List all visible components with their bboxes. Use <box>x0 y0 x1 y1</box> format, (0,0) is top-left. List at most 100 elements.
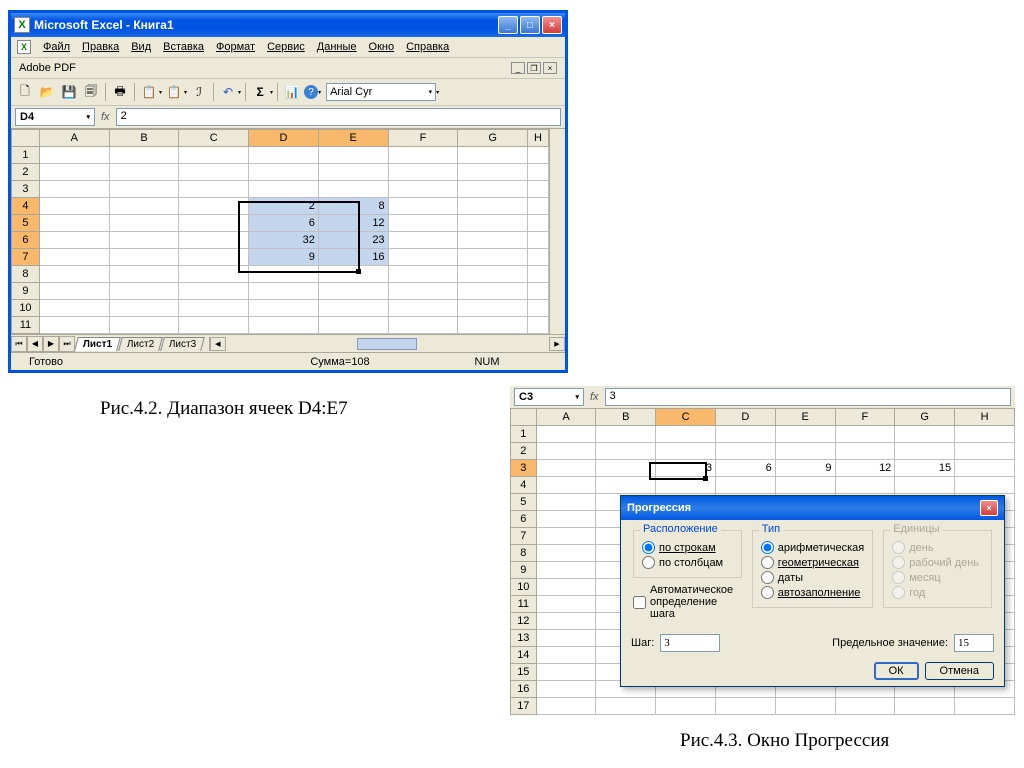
doc-minimize-button[interactable]: _ <box>511 62 525 74</box>
row-header[interactable]: 13 <box>511 630 537 647</box>
worksheet-grid[interactable]: A B C D E F G H 1 2 3 428 5612 63223 791… <box>11 129 549 334</box>
cell[interactable]: 32 <box>249 232 319 249</box>
cell[interactable]: 9 <box>249 249 319 266</box>
dialog-close-button[interactable]: × <box>980 500 998 516</box>
maximize-button[interactable]: □ <box>520 16 540 34</box>
tab-first-icon[interactable]: ⏮ <box>11 336 27 352</box>
col-header[interactable]: F <box>388 130 458 147</box>
close-button[interactable]: × <box>542 16 562 34</box>
row-header[interactable]: 1 <box>12 147 40 164</box>
print-icon[interactable]: 🖶 <box>110 82 130 102</box>
copy-icon[interactable]: 📋 <box>139 82 159 102</box>
row-header[interactable]: 7 <box>12 249 40 266</box>
col-header[interactable]: G <box>458 130 528 147</box>
radio-autofill[interactable]: автозаполнение <box>761 586 864 599</box>
col-header[interactable]: H <box>528 130 549 147</box>
row-header[interactable]: 5 <box>12 215 40 232</box>
menu-insert[interactable]: Вставка <box>163 41 204 53</box>
font-selector[interactable]: Arial Cyr ▾ <box>326 83 436 101</box>
new-icon[interactable]: 🗋 <box>15 82 35 102</box>
menu-data[interactable]: Данные <box>317 41 357 53</box>
radio-geometric[interactable]: геометрическая <box>761 556 864 569</box>
col-header[interactable]: F <box>835 409 895 426</box>
cell[interactable]: 12 <box>318 215 388 232</box>
row-header[interactable]: 4 <box>12 198 40 215</box>
col-header[interactable]: A <box>39 130 109 147</box>
permission-icon[interactable]: 🗐 <box>81 82 101 102</box>
col-header[interactable]: D <box>249 130 319 147</box>
row-header[interactable]: 6 <box>511 511 537 528</box>
sheet-tab[interactable]: Лист3 <box>161 337 206 351</box>
radio-arithmetic[interactable]: арифметическая <box>761 541 864 554</box>
row-header[interactable]: 3 <box>511 460 537 477</box>
cancel-button[interactable]: Отмена <box>925 662 994 680</box>
adobe-pdf-label[interactable]: Adobe PDF <box>19 62 76 74</box>
menu-tools[interactable]: Сервис <box>267 41 305 53</box>
menu-help[interactable]: Справка <box>406 41 449 53</box>
fx-icon[interactable]: fx <box>587 391 602 403</box>
formatting-overflow-icon[interactable]: ▾ <box>436 89 439 96</box>
scroll-right-icon[interactable]: ▶ <box>549 337 565 351</box>
cell[interactable]: 9 <box>775 460 835 477</box>
autosum-dropdown-icon[interactable]: ▾ <box>270 89 273 96</box>
autosum-icon[interactable]: Σ <box>250 82 270 102</box>
cell[interactable]: 23 <box>318 232 388 249</box>
checkbox-auto-step[interactable]: Автоматическое определение шага <box>633 584 742 620</box>
save-icon[interactable]: 💾 <box>59 82 79 102</box>
row-header[interactable]: 11 <box>511 596 537 613</box>
col-header[interactable]: H <box>955 409 1015 426</box>
doc-restore-button[interactable]: ❐ <box>527 62 541 74</box>
open-icon[interactable]: 📂 <box>37 82 57 102</box>
paste-dropdown-icon[interactable]: ▾ <box>184 89 187 96</box>
cell[interactable]: 6 <box>715 460 775 477</box>
col-header[interactable]: B <box>109 130 179 147</box>
menu-edit[interactable]: Правка <box>82 41 119 53</box>
step-input[interactable] <box>660 634 720 652</box>
menu-window[interactable]: Окно <box>369 41 395 53</box>
fx-icon[interactable]: fx <box>98 111 113 123</box>
paste-icon[interactable]: 📋 <box>164 82 184 102</box>
format-painter-icon[interactable]: ℐ <box>189 82 209 102</box>
row-header[interactable]: 9 <box>12 283 40 300</box>
copy-dropdown-icon[interactable]: ▾ <box>159 89 162 96</box>
tab-last-icon[interactable]: ⏭ <box>59 336 75 352</box>
limit-input[interactable] <box>954 634 994 652</box>
ok-button[interactable]: ОК <box>874 662 919 680</box>
col-header[interactable]: E <box>775 409 835 426</box>
col-header[interactable]: E <box>318 130 388 147</box>
radio-by-cols[interactable]: по столбцам <box>642 556 733 569</box>
formula-input[interactable]: 2 <box>116 108 561 126</box>
row-header[interactable]: 17 <box>511 698 537 715</box>
cell[interactable]: 3 <box>656 460 716 477</box>
tab-next-icon[interactable]: ▶ <box>43 336 59 352</box>
undo-dropdown-icon[interactable]: ▾ <box>238 89 241 96</box>
row-header[interactable]: 12 <box>511 613 537 630</box>
row-header[interactable]: 10 <box>12 300 40 317</box>
row-header[interactable]: 4 <box>511 477 537 494</box>
cell[interactable]: 8 <box>318 198 388 215</box>
radio-by-rows[interactable]: по строкам <box>642 541 733 554</box>
menu-format[interactable]: Формат <box>216 41 255 53</box>
radio-dates[interactable]: даты <box>761 571 864 584</box>
chart-wizard-icon[interactable]: 📊 <box>282 82 302 102</box>
row-header[interactable]: 15 <box>511 664 537 681</box>
tab-prev-icon[interactable]: ◀ <box>27 336 43 352</box>
horizontal-scrollbar[interactable]: ◀ ▶ <box>209 337 565 351</box>
scroll-left-icon[interactable]: ◀ <box>210 337 226 351</box>
row-header[interactable]: 2 <box>511 443 537 460</box>
row-header[interactable]: 8 <box>12 266 40 283</box>
col-header[interactable]: D <box>715 409 775 426</box>
doc-close-button[interactable]: × <box>543 62 557 74</box>
row-header[interactable]: 10 <box>511 579 537 596</box>
row-header[interactable]: 16 <box>511 681 537 698</box>
row-header[interactable]: 3 <box>12 181 40 198</box>
minimize-button[interactable]: _ <box>498 16 518 34</box>
col-header[interactable]: A <box>536 409 596 426</box>
scroll-thumb[interactable] <box>357 338 417 350</box>
dialog-titlebar[interactable]: Прогрессия × <box>621 496 1004 520</box>
formula-input[interactable]: 3 <box>605 388 1011 406</box>
row-header[interactable]: 7 <box>511 528 537 545</box>
help-icon[interactable]: ? <box>304 85 318 99</box>
select-all-corner[interactable] <box>511 409 537 426</box>
sheet-tab[interactable]: Лист1 <box>74 337 121 351</box>
